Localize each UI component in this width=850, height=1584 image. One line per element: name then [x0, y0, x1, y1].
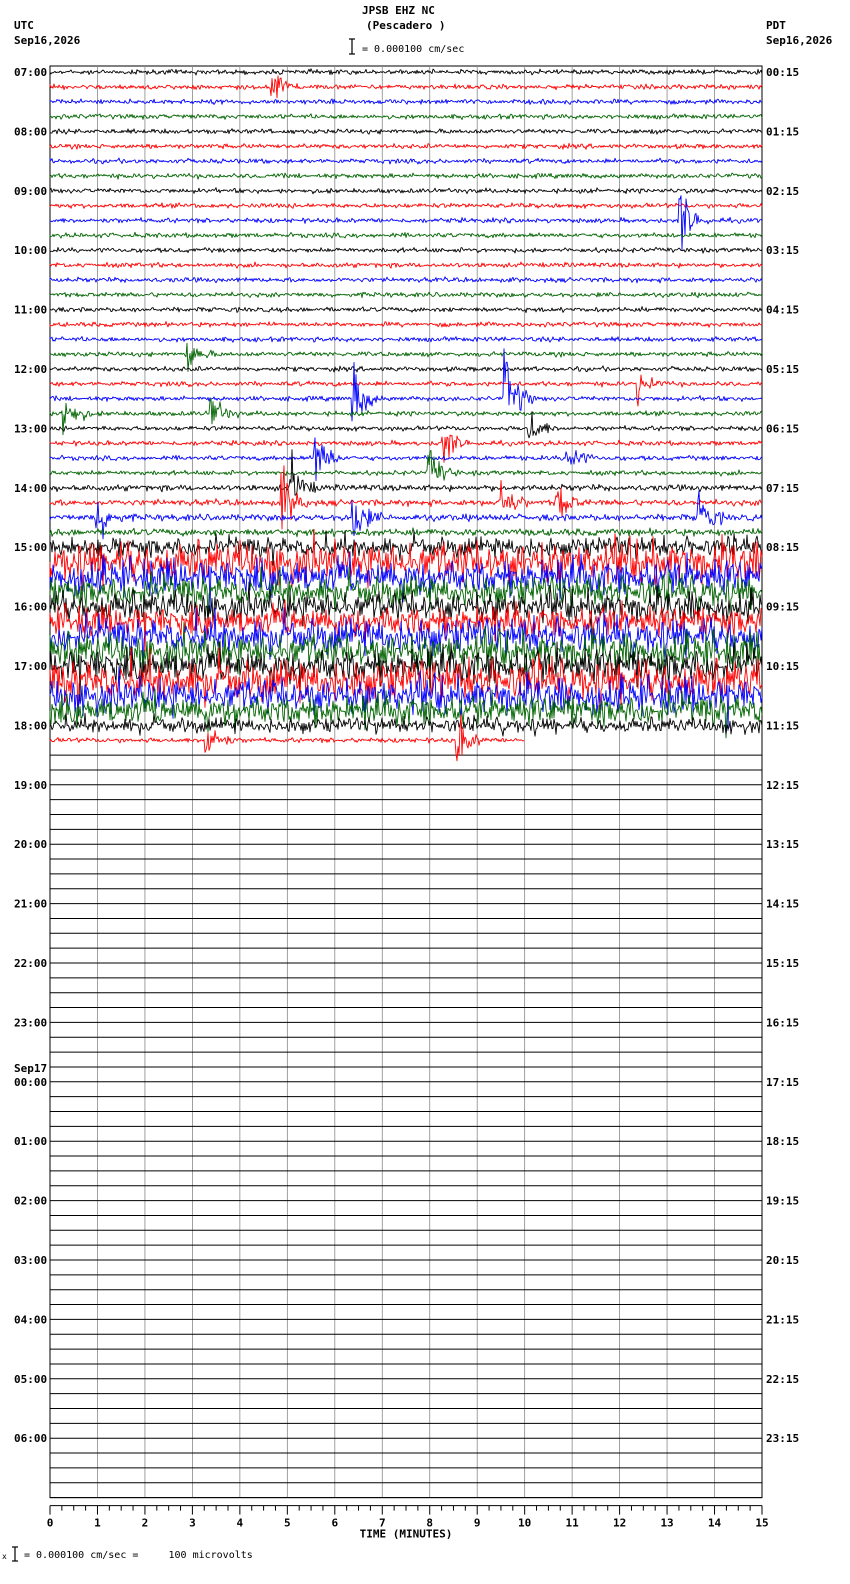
pdt-hour-label: 19:15: [766, 1195, 799, 1208]
trace-row: [49, 202, 763, 209]
utc-hour-label: 00:00: [14, 1076, 47, 1089]
utc-hour-label: 21:00: [14, 898, 47, 911]
utc-hour-label: 11:00: [14, 304, 47, 317]
trace-row: [49, 688, 763, 739]
pdt-hour-label: 23:15: [766, 1432, 799, 1445]
pdt-hour-label: 21:15: [766, 1313, 799, 1326]
utc-hour-label: 16:00: [14, 601, 47, 614]
x-tick-label: 10: [518, 1517, 531, 1530]
x-tick-label: 14: [708, 1517, 722, 1530]
pdt-hour-label: 02:15: [766, 185, 799, 198]
x-tick-label: 11: [566, 1517, 580, 1530]
trace-row: [49, 365, 763, 373]
utc-hour-label: 23:00: [14, 1016, 47, 1029]
trace-row: [49, 75, 763, 99]
date-change-label: Sep17: [14, 1062, 47, 1075]
svg-text:x: x: [2, 1552, 7, 1561]
x-tick-label: 9: [474, 1517, 481, 1530]
pdt-hour-label: 20:15: [766, 1254, 799, 1267]
pdt-hour-label: 09:15: [766, 601, 799, 614]
pdt-hour-label: 18:15: [766, 1135, 799, 1148]
trace-row: [49, 246, 763, 254]
x-tick-label: 12: [613, 1517, 626, 1530]
trace-row: [49, 647, 763, 718]
x-tick-label: 5: [284, 1517, 291, 1530]
footer-scale-icon: x: [2, 1546, 18, 1562]
pdt-hour-label: 05:15: [766, 363, 799, 376]
pdt-hour-label: 01:15: [766, 125, 799, 138]
x-tick-label: 6: [331, 1517, 338, 1530]
utc-hour-label: 22:00: [14, 957, 47, 970]
pdt-hour-label: 04:15: [766, 304, 799, 317]
pdt-hour-label: 13:15: [766, 838, 799, 851]
utc-hour-label: 04:00: [14, 1313, 47, 1326]
pdt-hour-label: 17:15: [766, 1076, 799, 1089]
pdt-hour-label: 06:15: [766, 422, 799, 435]
seismogram-plot: 07:00 08:00 09:00 10:00 11:00 12:00 13:00 14:00…: [14, 65, 799, 1541]
trace-row: [49, 306, 763, 314]
utc-hour-label: 08:00: [14, 125, 47, 138]
x-tick-label: 0: [47, 1517, 54, 1530]
x-axis-label: TIME (MINUTES): [360, 1528, 453, 1541]
utc-hour-label: 09:00: [14, 185, 47, 198]
trace-row: [49, 187, 763, 195]
utc-hour-label: 02:00: [14, 1195, 47, 1208]
pdt-hour-label: 07:15: [766, 482, 799, 495]
trace-row: [49, 450, 762, 481]
trace-row: [49, 291, 763, 299]
x-tick-label: 15: [755, 1517, 768, 1530]
trace-row: [49, 128, 763, 135]
x-tick-label: 2: [142, 1517, 149, 1530]
trace-row: [49, 321, 762, 328]
trace-row: [49, 276, 763, 284]
x-tick-label: 4: [237, 1517, 244, 1530]
utc-hour-label: 10:00: [14, 244, 47, 257]
pdt-hour-label: 03:15: [766, 244, 799, 257]
utc-hour-label: 12:00: [14, 363, 47, 376]
trace-row: [49, 172, 763, 180]
trace-row: [49, 607, 763, 669]
trace-row: [49, 231, 763, 239]
pdt-hour-label: 14:15: [766, 898, 799, 911]
trace-row: [49, 527, 763, 538]
pdt-hour-label: 08:15: [766, 541, 799, 554]
utc-hour-label: 03:00: [14, 1254, 47, 1267]
utc-hour-label: 05:00: [14, 1373, 47, 1386]
trace-row: [49, 336, 763, 343]
trace-row: [49, 142, 763, 150]
utc-hour-label: 18:00: [14, 719, 47, 732]
trace-row: [49, 157, 763, 165]
pdt-hour-label: 15:15: [766, 957, 799, 970]
trace-row: [49, 195, 763, 251]
utc-hour-label: 07:00: [14, 66, 47, 79]
pdt-hour-label: 16:15: [766, 1016, 799, 1029]
utc-hour-label: 20:00: [14, 838, 47, 851]
trace-row: [49, 68, 763, 76]
x-tick-label: 3: [189, 1517, 196, 1530]
utc-hour-label: 01:00: [14, 1135, 47, 1148]
pdt-hour-label: 22:15: [766, 1373, 799, 1386]
utc-hour-label: 13:00: [14, 422, 47, 435]
utc-hour-label: 15:00: [14, 541, 47, 554]
pdt-hour-label: 00:15: [766, 66, 799, 79]
x-tick-label: 13: [660, 1517, 673, 1530]
utc-hour-label: 14:00: [14, 482, 47, 495]
utc-hour-label: 17:00: [14, 660, 47, 673]
trace-row: [49, 98, 763, 105]
trace-row: [49, 374, 763, 407]
utc-hour-label: 19:00: [14, 779, 47, 792]
pdt-hour-label: 10:15: [766, 660, 799, 673]
x-tick-label: 1: [94, 1517, 101, 1530]
pdt-hour-label: 11:15: [766, 719, 799, 732]
trace-row: [49, 712, 763, 737]
utc-hour-label: 06:00: [14, 1432, 47, 1445]
pdt-hour-label: 12:15: [766, 779, 799, 792]
trace-row: [49, 261, 763, 269]
footer-scale-note: = 0.000100 cm/sec = 100 microvolts: [24, 1550, 253, 1561]
trace-row: [49, 113, 763, 120]
